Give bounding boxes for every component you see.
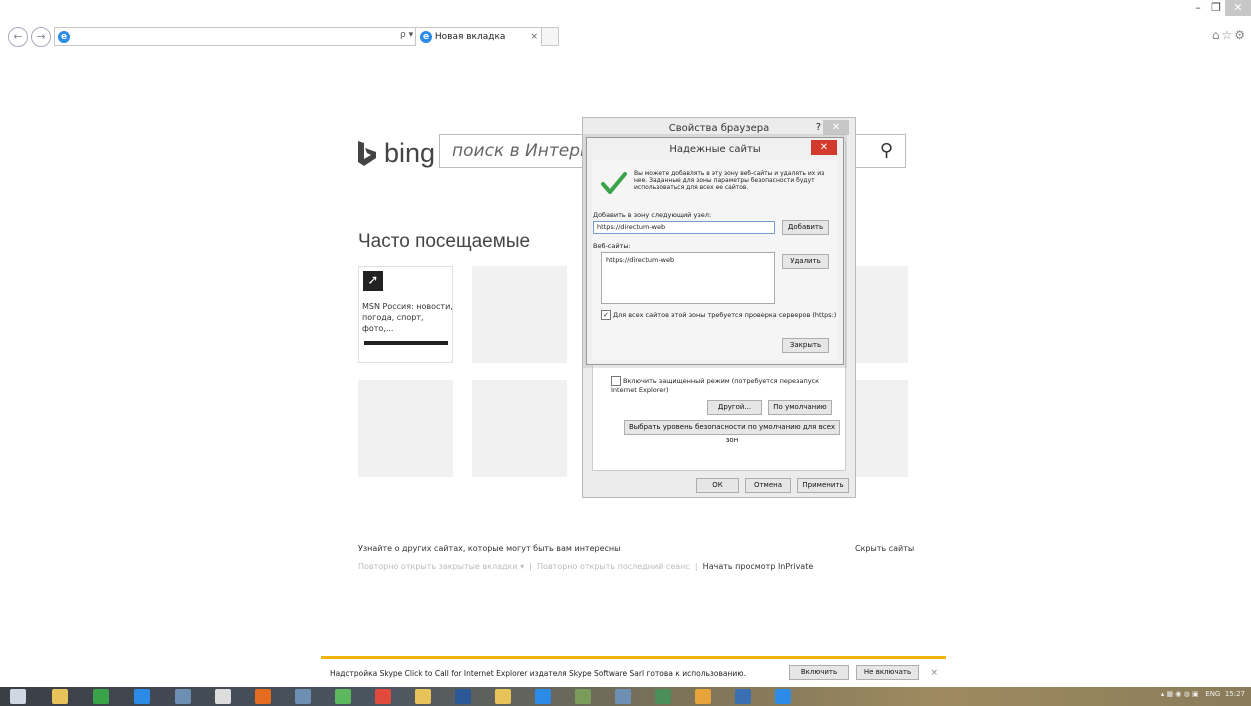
list-item[interactable]: https://directum-web (606, 256, 770, 264)
tile-empty[interactable] (472, 380, 567, 477)
firefox-icon[interactable] (255, 689, 271, 704)
require-https-label: Для всех сайтов этой зоны требуется пров… (613, 311, 837, 319)
require-https-row[interactable]: ✓ Для всех сайтов этой зоны требуется про… (601, 310, 836, 320)
app-icon[interactable] (535, 689, 551, 704)
search-icon[interactable]: ⚲ (880, 140, 893, 161)
skype-bar-close-icon[interactable]: × (930, 668, 938, 678)
dialog-close-button[interactable]: ✕ (823, 120, 849, 135)
app-icon[interactable] (215, 689, 231, 704)
hide-sites-link[interactable]: Скрыть сайты (855, 544, 914, 553)
yandex-icon[interactable] (375, 689, 391, 704)
bing-b-icon (358, 140, 376, 166)
bing-wordmark: bing (384, 138, 436, 168)
default-level-button[interactable]: По умолчанию (768, 400, 832, 415)
tile-msn-bar (364, 341, 448, 345)
key-icon[interactable] (495, 689, 511, 704)
ie-icon[interactable] (134, 689, 150, 704)
protected-mode-label: Включить защищенный режим (потребуется п… (611, 377, 820, 394)
apply-button[interactable]: Применить (797, 478, 849, 493)
tab-title: Новая вкладка (434, 32, 506, 42)
inprivate-link[interactable]: Начать просмотр InPrivate (703, 562, 814, 571)
app-icon[interactable] (175, 689, 191, 704)
help-icon[interactable]: ? (816, 122, 821, 133)
start-icon[interactable] (10, 689, 26, 704)
app-icon[interactable] (775, 689, 791, 704)
minimize-button[interactable]: – (1189, 0, 1207, 16)
websites-label: Веб-сайты: (593, 242, 631, 250)
word-icon[interactable] (455, 689, 471, 704)
remove-site-button[interactable]: Удалить (782, 254, 829, 269)
explorer-icon[interactable] (52, 689, 68, 704)
enable-addon-button[interactable]: Включить (789, 665, 849, 680)
footer-links: Повторно открыть закрытые вкладки ▾ | По… (358, 562, 813, 571)
trusted-sites-body: Вы можете добавлять в эту зону веб-сайты… (592, 160, 838, 360)
tray-icons[interactable]: ▴ ▦ ◉ ◍ ▣ (1161, 690, 1203, 698)
window-controls: – ❐ ✕ (1189, 0, 1251, 20)
tab-new-tab[interactable]: e Новая вкладка × (415, 27, 555, 46)
taskbar: ▴ ▦ ◉ ◍ ▣ ENG 15:27 (0, 687, 1251, 706)
tile-empty[interactable] (472, 266, 567, 363)
require-https-checkbox[interactable]: ✓ (601, 310, 611, 320)
key-icon[interactable] (415, 689, 431, 704)
app-icon[interactable] (695, 689, 711, 704)
toolbar-icons[interactable]: ⌂☆⚙ (1212, 28, 1247, 42)
dialog-title: Свойства браузера (668, 123, 770, 134)
footer-separator: | (694, 562, 698, 571)
restore-button[interactable]: ❐ (1207, 0, 1225, 16)
frequent-heading: Часто посещаемые (358, 231, 531, 252)
reopen-tabs-link[interactable]: Повторно открыть закрытые вкладки ▾ (358, 562, 524, 571)
close-button[interactable]: Закрыть (782, 338, 829, 353)
system-tray[interactable]: ▴ ▦ ◉ ◍ ▣ ENG 15:27 (1161, 690, 1245, 698)
disable-addon-button[interactable]: Не включать (856, 665, 919, 680)
ok-button[interactable]: ОК (696, 478, 739, 493)
app-icon[interactable] (735, 689, 751, 704)
ie-tab-icon: e (420, 31, 432, 43)
cancel-button[interactable]: Отмена (745, 478, 791, 493)
add-site-label: Добавить в зону следующий узел: (593, 211, 712, 219)
protected-mode-row[interactable]: Включить защищенный режим (потребуется п… (611, 376, 831, 394)
protected-mode-checkbox[interactable] (611, 376, 621, 386)
language-indicator[interactable]: ENG (1205, 690, 1220, 698)
trusted-sites-info: Вы можете добавлять в эту зону веб-сайты… (634, 170, 825, 191)
footer-separator: | (529, 562, 532, 571)
app-icon[interactable] (295, 689, 311, 704)
new-tab-button[interactable] (541, 27, 559, 46)
app-icon[interactable] (335, 689, 351, 704)
checkmark-icon (601, 172, 627, 194)
reopen-session-link[interactable]: Повторно открыть последний сеанс (537, 562, 690, 571)
tile-empty[interactable] (358, 380, 453, 477)
bing-logo: bing (356, 138, 435, 169)
websites-list[interactable]: https://directum-web (601, 252, 775, 304)
close-window-button[interactable]: ✕ (1225, 0, 1251, 16)
store-icon[interactable] (93, 689, 109, 704)
trusted-sites-dialog: Надежные сайты ✕ Вы можете добавлять в э… (586, 137, 844, 365)
custom-level-button[interactable]: Другой... (707, 400, 762, 415)
back-button[interactable]: ← (8, 27, 28, 47)
discover-link[interactable]: Узнайте о других сайтах, которые могут б… (358, 544, 620, 553)
app-icon[interactable] (655, 689, 671, 704)
tab-close-icon[interactable]: × (530, 28, 538, 46)
skype-message: Надстройка Skype Click to Call for Inter… (330, 669, 746, 678)
clock[interactable]: 15:27 (1225, 690, 1245, 698)
trusted-sites-close-button[interactable]: ✕ (811, 140, 837, 155)
add-site-button[interactable]: Добавить (782, 220, 829, 235)
search-app-icon[interactable] (615, 689, 631, 704)
skype-notification-bar: Надстройка Skype Click to Call for Inter… (321, 656, 946, 687)
trusted-sites-title: Надежные сайты (669, 144, 761, 155)
msn-icon: ➚ (363, 271, 383, 291)
tile-msn-text: MSN Россия: новости, погода, спорт, фото… (362, 302, 453, 333)
tile-msn[interactable]: ➚ MSN Россия: новости, погода, спорт, фо… (358, 266, 453, 363)
forward-button[interactable]: → (31, 27, 51, 47)
ie-page-icon: e (58, 31, 70, 43)
app-icon[interactable] (575, 689, 591, 704)
reset-all-zones-button[interactable]: Выбрать уровень безопасности по умолчани… (624, 420, 840, 444)
add-site-input[interactable]: https://directum-web (593, 221, 775, 234)
